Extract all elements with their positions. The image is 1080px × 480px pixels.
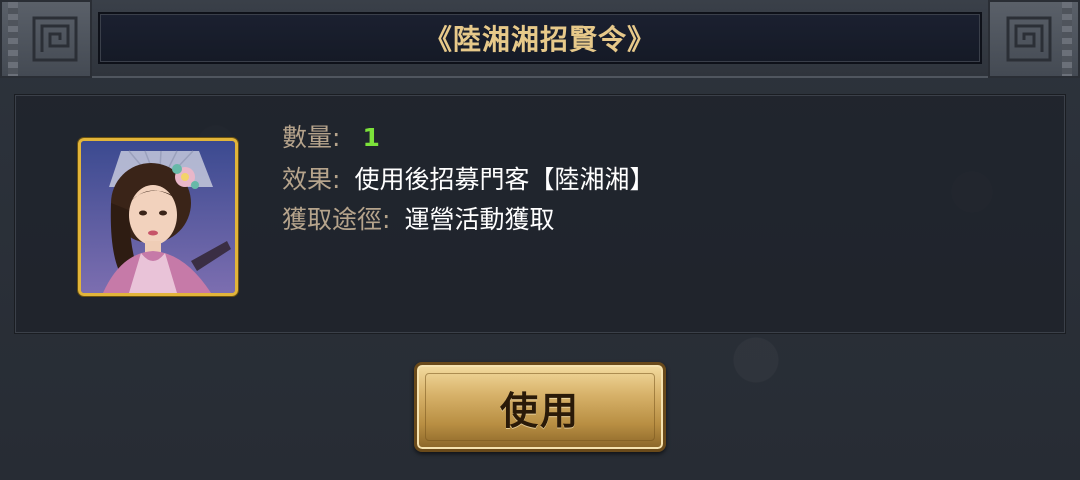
source-row: 獲取途徑: 運營活動獲取 (282, 200, 554, 236)
right-corner-ornament (988, 0, 1080, 78)
effect-label: 效果: (282, 165, 341, 194)
meander-ornament-icon (1006, 16, 1052, 62)
item-portrait[interactable] (78, 138, 238, 296)
source-label: 獲取途徑: (282, 205, 391, 234)
quantity-row: 數量: 1 (282, 118, 380, 154)
corner-pillar (1062, 2, 1072, 76)
use-button-label: 使用 (499, 388, 580, 433)
source-value: 運營活動獲取 (404, 205, 555, 234)
item-dialog: 《陸湘湘招賢令》 數量: 1 效果: 使用後招募門客【陸湘湘】 獲取途徑: 運營… (0, 0, 1080, 480)
quantity-label: 數量: (282, 123, 341, 152)
left-corner-ornament (0, 0, 92, 78)
corner-pillar (8, 2, 18, 76)
dialog-title: 《陸湘湘招賢令》 (423, 23, 656, 56)
quantity-value: 1 (362, 123, 380, 152)
effect-row: 效果: 使用後招募門客【陸湘湘】 (282, 160, 654, 196)
effect-value: 使用後招募門客【陸湘湘】 (354, 165, 655, 194)
character-portrait-icon (81, 141, 235, 293)
title-bar: 《陸湘湘招賢令》 (0, 0, 1080, 78)
use-button[interactable]: 使用 (414, 362, 666, 452)
title-plate: 《陸湘湘招賢令》 (98, 12, 982, 64)
meander-ornament-icon (32, 16, 78, 62)
